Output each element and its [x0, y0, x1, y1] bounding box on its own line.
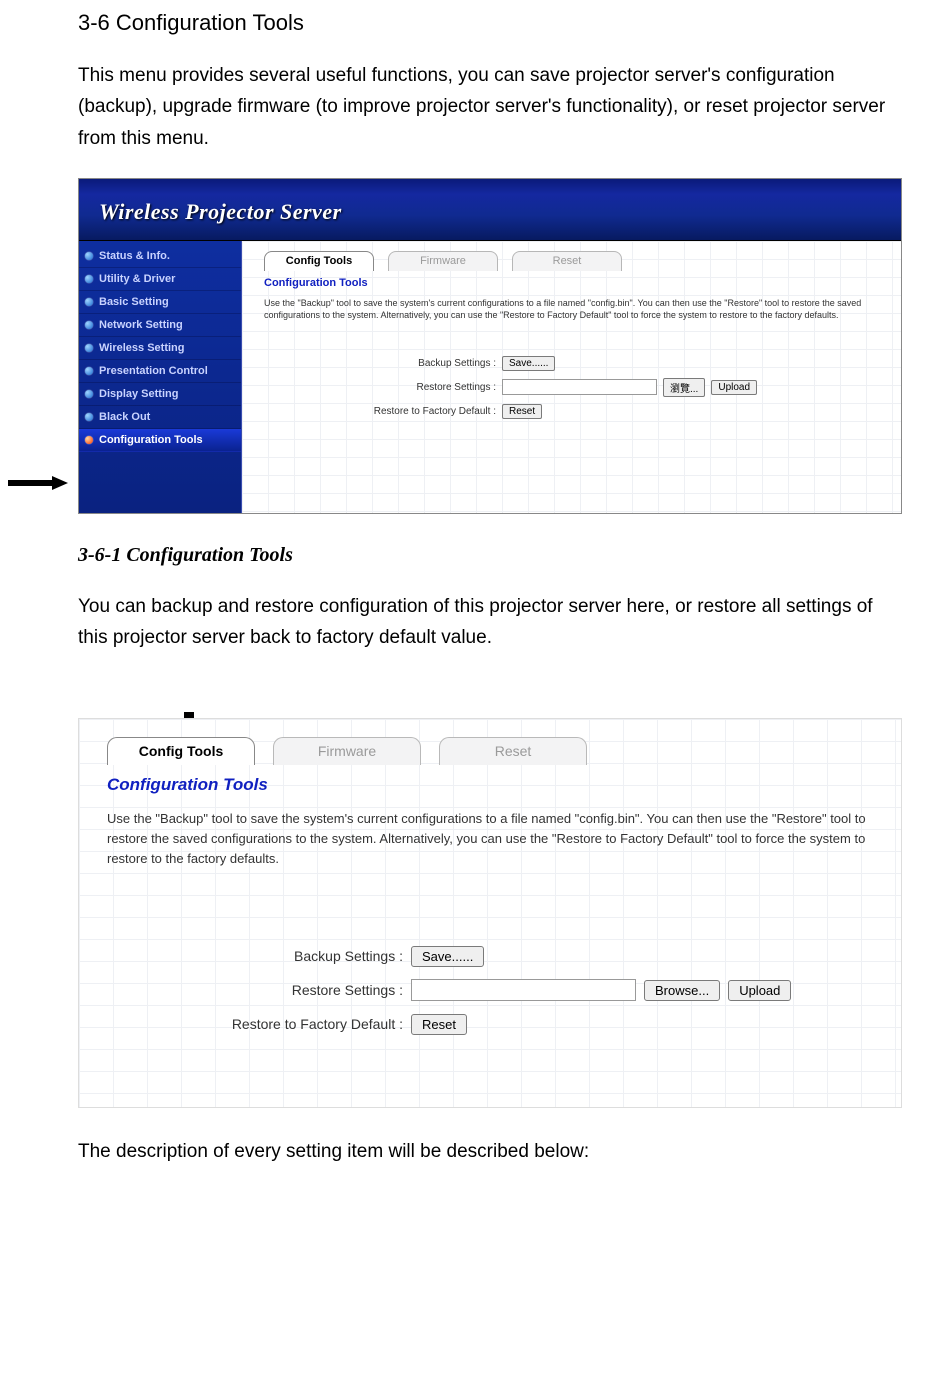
- backup-row: Backup Settings : Save......: [264, 351, 887, 375]
- subsection-heading: 3-6-1 Configuration Tools: [78, 544, 902, 567]
- factory-reset-label: Restore to Factory Default :: [107, 1016, 411, 1032]
- sidebar-item-status[interactable]: Status & Info.: [79, 245, 241, 268]
- closing-paragraph: The description of every setting item wi…: [78, 1136, 902, 1167]
- restore-label: Restore Settings :: [107, 982, 411, 998]
- restore-file-input[interactable]: [502, 379, 657, 395]
- section-heading: 3-6 Configuration Tools: [78, 10, 902, 36]
- backup-label: Backup Settings :: [264, 358, 502, 369]
- arrow-right-icon: [8, 476, 68, 490]
- config-panel-screenshot: Config Tools Firmware Reset Configuratio…: [78, 718, 902, 1108]
- upload-button[interactable]: Upload: [728, 980, 791, 1001]
- sidebar-item-presentation[interactable]: Presentation Control: [79, 360, 241, 383]
- config-form: Backup Settings : Save...... Restore Set…: [264, 351, 887, 423]
- subsection-paragraph: You can backup and restore configuration…: [78, 591, 902, 654]
- intro-paragraph: This menu provides several useful functi…: [78, 60, 902, 154]
- screenshot-1-container: Wireless Projector Server Status & Info.…: [18, 178, 902, 514]
- screenshot-2-container: Config Tools Firmware Reset Configuratio…: [78, 718, 902, 1108]
- main-panel: Config Tools Firmware Reset Configuratio…: [242, 241, 901, 513]
- restore-row: Restore Settings : 瀏覽... Upload: [264, 375, 887, 399]
- sidebar-item-utility[interactable]: Utility & Driver: [79, 268, 241, 291]
- factory-reset-label: Restore to Factory Default :: [264, 406, 502, 417]
- config-form: Backup Settings : Save...... Restore Set…: [107, 939, 881, 1041]
- factory-reset-row: Restore to Factory Default : Reset: [264, 399, 887, 423]
- admin-ui-screenshot: Wireless Projector Server Status & Info.…: [78, 178, 902, 514]
- save-button[interactable]: Save......: [411, 946, 484, 967]
- panel-description: Use the "Backup" tool to save the system…: [264, 297, 887, 321]
- tab-bar: Config Tools Firmware Reset: [264, 251, 887, 271]
- tab-reset[interactable]: Reset: [439, 737, 587, 765]
- tab-firmware[interactable]: Firmware: [273, 737, 421, 765]
- reset-button[interactable]: Reset: [411, 1014, 467, 1035]
- sidebar-item-config-tools[interactable]: Configuration Tools: [79, 429, 241, 452]
- sidebar-item-wireless[interactable]: Wireless Setting: [79, 337, 241, 360]
- factory-reset-row: Restore to Factory Default : Reset: [107, 1007, 881, 1041]
- browse-button[interactable]: Browse...: [644, 980, 720, 1001]
- app-header: Wireless Projector Server: [79, 179, 901, 241]
- restore-row: Restore Settings : Browse... Upload: [107, 973, 881, 1007]
- app-title: Wireless Projector Server: [79, 179, 901, 225]
- panel-description: Use the "Backup" tool to save the system…: [107, 809, 881, 869]
- restore-label: Restore Settings :: [264, 382, 502, 393]
- panel-title: Configuration Tools: [264, 277, 887, 289]
- tab-config-tools[interactable]: Config Tools: [107, 737, 255, 765]
- tab-bar: Config Tools Firmware Reset: [107, 737, 881, 765]
- save-button[interactable]: Save......: [502, 356, 555, 371]
- backup-row: Backup Settings : Save......: [107, 939, 881, 973]
- browse-button[interactable]: 瀏覽...: [663, 378, 705, 397]
- tab-config-tools[interactable]: Config Tools: [264, 251, 374, 271]
- reset-button[interactable]: Reset: [502, 404, 542, 419]
- sidebar-item-basic[interactable]: Basic Setting: [79, 291, 241, 314]
- sidebar-item-network[interactable]: Network Setting: [79, 314, 241, 337]
- tab-firmware[interactable]: Firmware: [388, 251, 498, 271]
- sidebar: Status & Info. Utility & Driver Basic Se…: [79, 241, 242, 513]
- restore-file-input[interactable]: [411, 979, 636, 1001]
- tab-reset[interactable]: Reset: [512, 251, 622, 271]
- panel-title: Configuration Tools: [107, 775, 881, 795]
- upload-button[interactable]: Upload: [711, 380, 757, 395]
- backup-label: Backup Settings :: [107, 948, 411, 964]
- sidebar-item-display[interactable]: Display Setting: [79, 383, 241, 406]
- sidebar-item-blackout[interactable]: Black Out: [79, 406, 241, 429]
